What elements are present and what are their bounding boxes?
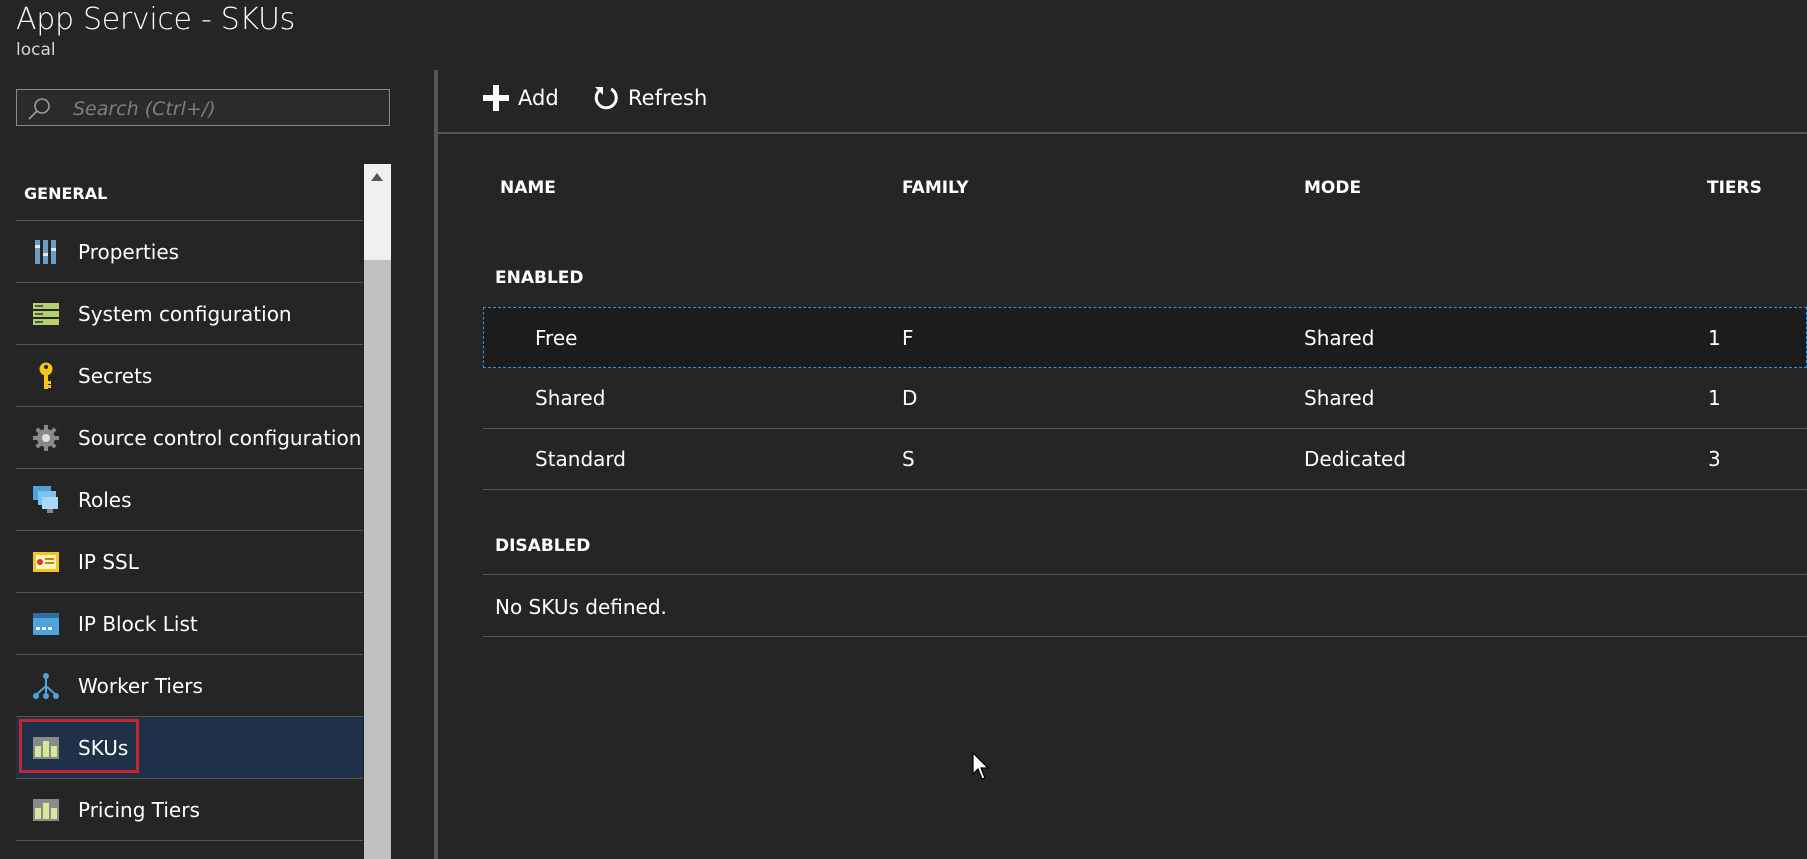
cell-mode: Shared	[1304, 386, 1375, 410]
refresh-button-label: Refresh	[628, 86, 708, 110]
divider	[483, 574, 1807, 575]
worker-tiers-icon	[28, 668, 64, 704]
refresh-button[interactable]: Refresh	[592, 84, 707, 112]
column-header-family[interactable]: FAMILY	[902, 178, 969, 198]
panel-divider	[434, 70, 438, 859]
sidebar-item-label: Secrets	[78, 363, 153, 388]
cell-mode: Dedicated	[1304, 447, 1407, 471]
add-button-label: Add	[518, 86, 559, 110]
command-bar: Add Refresh	[438, 70, 1807, 134]
sidebar-item-label: System configuration	[78, 301, 292, 326]
sidebar-item-system-configuration[interactable]: System configuration	[16, 283, 363, 345]
sidebar-item-roles[interactable]: Roles	[16, 469, 363, 531]
column-header-mode[interactable]: MODE	[1304, 178, 1361, 198]
sidebar-item-label: IP Block List	[78, 611, 198, 636]
scroll-up-arrow-icon[interactable]	[364, 164, 391, 190]
skus-icon	[28, 730, 64, 766]
sidebar-item-label: IP SSL	[78, 549, 139, 574]
column-header-name[interactable]: NAME	[500, 178, 556, 198]
properties-icon	[28, 234, 64, 270]
pricing-tiers-icon	[28, 792, 64, 828]
sidebar-item-label: Roles	[78, 487, 132, 512]
key-icon	[28, 358, 64, 394]
scrollbar-thumb[interactable]	[364, 190, 391, 859]
sidebar-item-skus[interactable]: SKUs	[16, 717, 363, 779]
search-input[interactable]	[71, 92, 380, 125]
cell-family: D	[902, 386, 918, 410]
sidebar-item-secrets[interactable]: Secrets	[16, 345, 363, 407]
table-row[interactable]: Standard S Dedicated 3	[483, 429, 1807, 490]
plus-icon	[483, 85, 509, 111]
sidebar-item-label: SKUs	[78, 735, 129, 760]
group-header-disabled: DISABLED	[495, 536, 591, 556]
certificate-icon	[28, 544, 64, 580]
add-button[interactable]: Add	[482, 84, 559, 112]
cell-tiers: 1	[1708, 386, 1721, 410]
sidebar-scrollbar[interactable]	[364, 164, 391, 859]
sidebar-item-source-control[interactable]: Source control configuration	[16, 407, 363, 469]
mouse-cursor-icon	[972, 752, 990, 780]
cell-family: F	[902, 326, 914, 350]
column-header-tiers[interactable]: TIERS	[1707, 178, 1762, 198]
roles-icon	[28, 482, 64, 518]
page-title: App Service - SKUs	[16, 2, 296, 37]
sidebar-item-ip-block-list[interactable]: IP Block List	[16, 593, 363, 655]
refresh-icon	[594, 87, 618, 110]
sidebar-item-label: Pricing Tiers	[78, 797, 200, 822]
sidebar-item-ip-ssl[interactable]: IP SSL	[16, 531, 363, 593]
nav-section-heading: GENERAL	[24, 184, 108, 203]
scrollbar-track[interactable]	[364, 190, 391, 260]
cell-tiers: 1	[1708, 326, 1721, 350]
gear-icon	[28, 420, 64, 456]
cell-family: S	[902, 447, 915, 471]
sidebar-item-properties[interactable]: Properties	[16, 221, 363, 283]
cell-name: Standard	[535, 447, 626, 471]
cell-name: Shared	[535, 386, 606, 410]
sidebar-item-label: Worker Tiers	[78, 673, 203, 698]
table-row[interactable]: Shared D Shared 1	[483, 368, 1807, 429]
page-subtitle: local	[16, 40, 56, 60]
group-header-enabled: ENABLED	[495, 268, 584, 288]
cell-tiers: 3	[1708, 447, 1721, 471]
divider	[483, 636, 1807, 637]
ip-block-icon	[28, 606, 64, 642]
sidebar-item-worker-tiers[interactable]: Worker Tiers	[16, 655, 363, 717]
sidebar-item-label: Source control configuration	[78, 425, 362, 450]
cell-name: Free	[535, 326, 578, 350]
system-config-icon	[28, 296, 64, 332]
sidebar-item-pricing-tiers[interactable]: Pricing Tiers	[16, 779, 363, 841]
cell-mode: Shared	[1304, 326, 1375, 350]
table-row[interactable]: Free F Shared 1	[483, 307, 1807, 368]
search-icon	[28, 98, 50, 120]
sidebar-item-label: Properties	[78, 239, 180, 264]
empty-state-text: No SKUs defined.	[495, 595, 667, 619]
search-box[interactable]	[16, 89, 390, 126]
